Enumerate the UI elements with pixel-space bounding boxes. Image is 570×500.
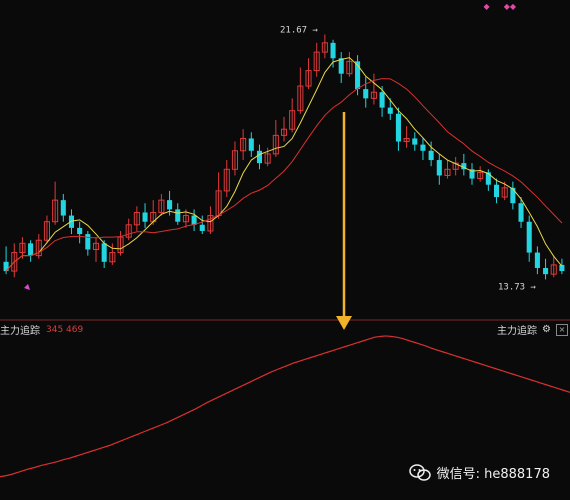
candle-down — [493, 184, 500, 198]
candle-down — [543, 267, 549, 275]
stock-chart: 21.67 → 13.73 → — [0, 26, 570, 478]
candle-down — [85, 234, 91, 250]
candle-down — [167, 200, 173, 210]
high-price-label: 21.67 → — [280, 26, 319, 36]
indicator-values: 345 469 — [46, 324, 84, 335]
candle-down — [330, 42, 336, 59]
candle-down — [256, 150, 263, 164]
marker-right: ◆◆ — [503, 2, 516, 11]
candle-down — [395, 113, 401, 142]
candle-down — [60, 200, 66, 216]
watermark: 微信号: he888178 — [408, 463, 550, 482]
candle-down — [338, 58, 344, 74]
candle-down — [534, 252, 540, 268]
candle-down — [412, 138, 418, 145]
candle-down — [387, 107, 393, 114]
marker-left: ◆ — [483, 2, 490, 11]
candle-down — [420, 144, 426, 151]
settings-icon[interactable]: × — [556, 323, 568, 336]
candle-down — [518, 203, 524, 222]
candle-down — [77, 227, 83, 235]
indicator-name-right: 主力追踪 — [497, 326, 538, 337]
candle-down — [175, 209, 181, 222]
candle-down — [428, 150, 434, 161]
candle-down — [101, 243, 107, 262]
candle-down — [191, 215, 197, 225]
indicator-line — [0, 335, 570, 478]
candle-down — [510, 187, 516, 204]
watermark-text: 微信号: he888178 — [436, 467, 550, 482]
gear-icon[interactable]: ⚙ — [542, 324, 551, 335]
candle-down — [363, 89, 369, 99]
candle-down — [28, 243, 34, 256]
candle-down — [248, 138, 254, 151]
candle-down — [142, 212, 148, 222]
candle-down — [526, 221, 532, 253]
annotation-arrow-head — [336, 316, 352, 330]
candle-down — [379, 92, 385, 108]
signal-marker — [24, 284, 30, 290]
wechat-icon — [408, 463, 431, 482]
candle-down — [436, 160, 442, 176]
indicator-name: 主力追踪 — [0, 326, 40, 337]
indicator-panel-title: 主力追踪 345 469 — [0, 322, 84, 338]
low-price-label: 13.73 → — [498, 282, 537, 292]
top-markers: ◆ ◆◆ — [484, 2, 516, 11]
indicator-panel-controls: 主力追踪 ⚙ × — [497, 322, 568, 337]
candle-down — [199, 224, 205, 231]
